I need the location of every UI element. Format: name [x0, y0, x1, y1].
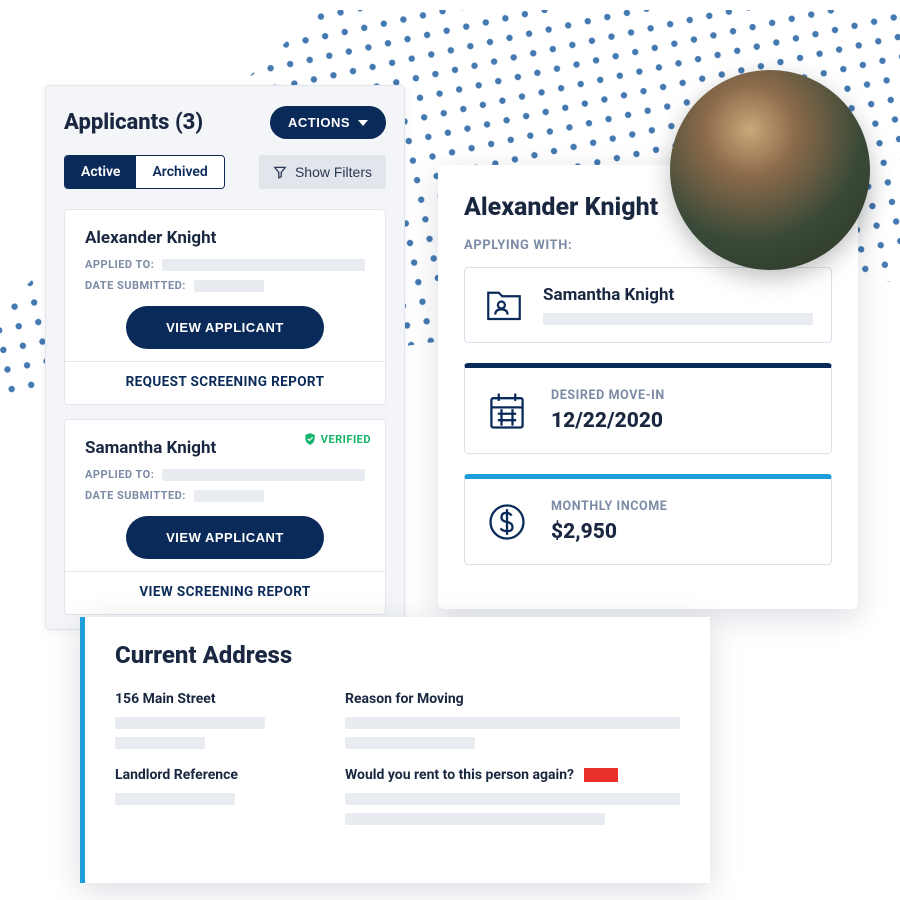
- co-applicant-card[interactable]: Samantha Knight: [464, 267, 832, 343]
- applicants-count: (3): [175, 110, 203, 135]
- avatar: [670, 70, 870, 270]
- applicants-title-text: Applicants: [64, 110, 169, 135]
- placeholder: [115, 737, 205, 749]
- applicants-title: Applicants (3): [64, 110, 203, 135]
- current-address-title: Current Address: [115, 641, 680, 669]
- shield-check-icon: [303, 432, 317, 446]
- filter-icon: [273, 165, 287, 179]
- applicant-card: VERIFIED Samantha Knight APPLIED TO: DAT…: [64, 419, 386, 615]
- date-submitted-label: DATE SUBMITTED:: [85, 489, 186, 502]
- placeholder: [345, 813, 605, 825]
- placeholder: [115, 793, 235, 805]
- placeholder: [194, 280, 264, 292]
- tab-active[interactable]: Active: [65, 156, 136, 188]
- placeholder: [345, 717, 680, 729]
- income-label: MONTHLY INCOME: [551, 499, 667, 514]
- placeholder: [115, 717, 265, 729]
- placeholder: [162, 469, 365, 481]
- show-filters-button[interactable]: Show Filters: [259, 155, 386, 189]
- applicant-card: Alexander Knight APPLIED TO: DATE SUBMIT…: [64, 209, 386, 405]
- chevron-down-icon: [358, 120, 368, 126]
- applicant-name: Alexander Knight: [85, 228, 365, 248]
- view-screening-link[interactable]: VIEW SCREENING REPORT: [85, 584, 365, 600]
- applied-to-label: APPLIED TO:: [85, 258, 154, 271]
- date-submitted-label: DATE SUBMITTED:: [85, 279, 186, 292]
- view-applicant-button[interactable]: VIEW APPLICANT: [126, 516, 324, 559]
- placeholder: [345, 793, 680, 805]
- answer-chip-red: [584, 768, 618, 782]
- income-value: $2,950: [551, 520, 667, 544]
- rent-again-label: Would you rent to this person again?: [345, 767, 680, 783]
- divider: [65, 571, 385, 572]
- dollar-icon: [485, 500, 529, 544]
- desired-move-in-card: DESIRED MOVE-IN 12/22/2020: [464, 363, 832, 454]
- calendar-icon: [485, 389, 529, 433]
- view-applicant-button[interactable]: VIEW APPLICANT: [126, 306, 324, 349]
- move-in-value: 12/22/2020: [551, 409, 665, 433]
- applied-to-label: APPLIED TO:: [85, 468, 154, 481]
- landlord-reference-label: Landlord Reference: [115, 767, 305, 783]
- divider: [65, 361, 385, 362]
- actions-button[interactable]: ACTIONS: [270, 106, 386, 139]
- status-tabs: Active Archived: [64, 155, 225, 189]
- rent-again-text: Would you rent to this person again?: [345, 767, 574, 783]
- reason-for-moving-label: Reason for Moving: [345, 691, 680, 707]
- folder-person-icon: [483, 284, 525, 326]
- co-applicant-name: Samantha Knight: [543, 285, 813, 305]
- applicants-panel: Applicants (3) ACTIONS Active Archived S…: [45, 85, 405, 630]
- actions-label: ACTIONS: [288, 115, 350, 130]
- current-address-panel: Current Address 156 Main Street Landlord…: [80, 617, 710, 883]
- placeholder: [543, 313, 813, 325]
- tab-archived[interactable]: Archived: [136, 156, 223, 188]
- placeholder: [162, 259, 365, 271]
- show-filters-label: Show Filters: [295, 164, 372, 180]
- placeholder: [194, 490, 264, 502]
- verified-label: VERIFIED: [321, 433, 371, 446]
- request-screening-link[interactable]: REQUEST SCREENING REPORT: [85, 374, 365, 390]
- monthly-income-card: MONTHLY INCOME $2,950: [464, 474, 832, 565]
- placeholder: [345, 737, 475, 749]
- move-in-label: DESIRED MOVE-IN: [551, 388, 665, 403]
- street-address: 156 Main Street: [115, 691, 305, 707]
- verified-badge: VERIFIED: [303, 432, 371, 446]
